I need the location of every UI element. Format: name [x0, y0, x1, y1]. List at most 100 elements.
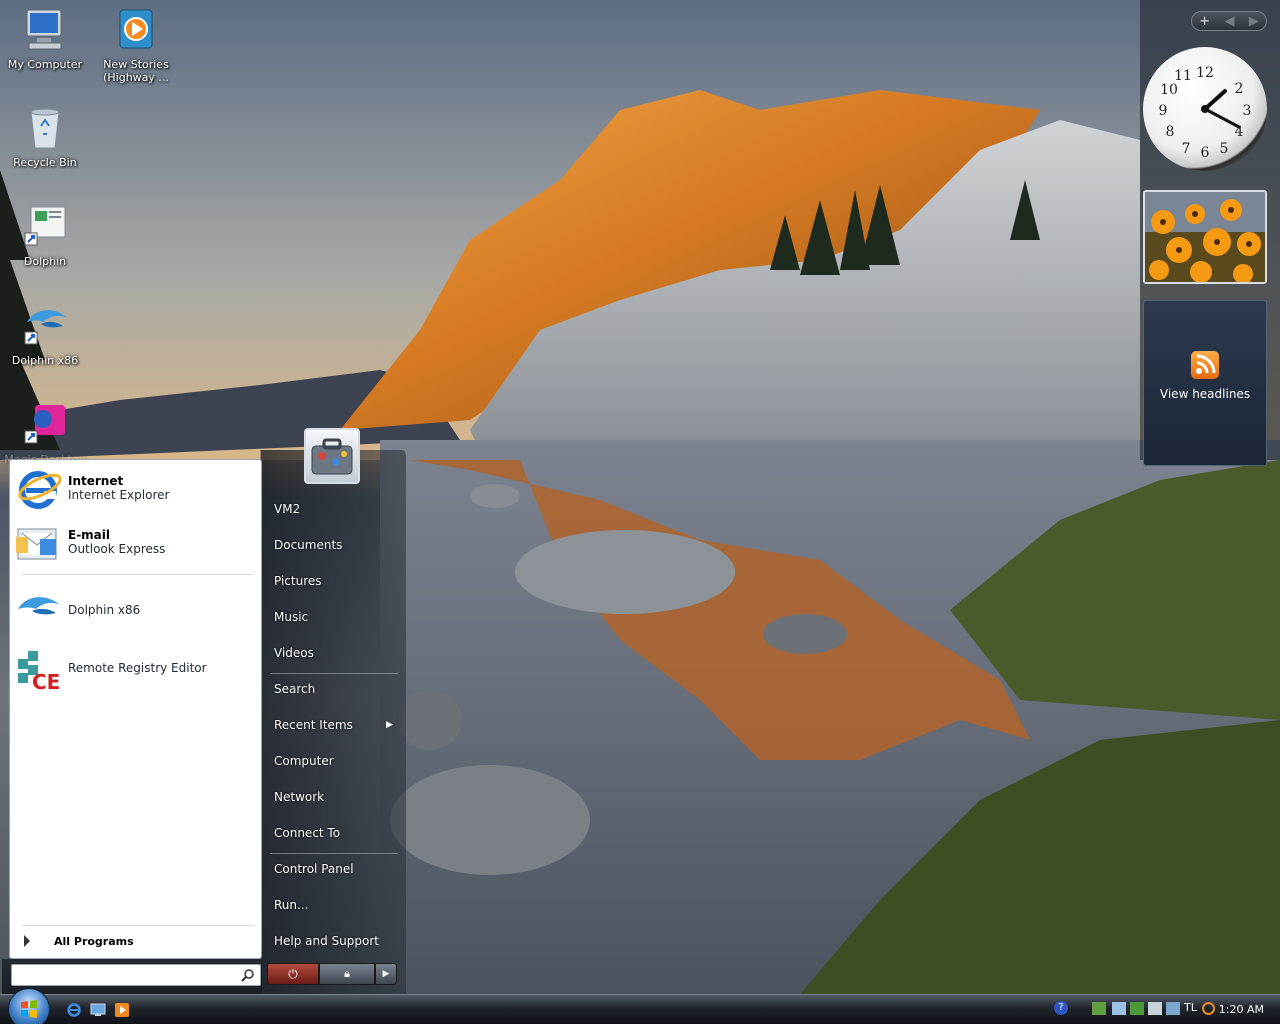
volume-icon[interactable] — [1112, 1002, 1126, 1015]
power-button[interactable]: ⏻ — [267, 963, 319, 985]
remote-registry-editor-icon: CE — [14, 645, 62, 694]
desktop-icon-label: New Stories (Highway ... — [103, 58, 169, 84]
pinned-item-title: E-mail — [68, 528, 111, 542]
desktop-icon-dolphin-x86[interactable]: Dolphin x86 — [3, 302, 87, 367]
chevron-right-icon: ▶ — [386, 720, 393, 730]
desktop-icon-recycle-bin[interactable]: Recycle Bin — [3, 104, 87, 169]
internet-explorer-icon — [14, 465, 62, 511]
start-search-input[interactable] — [16, 966, 236, 984]
shutdown-options-button[interactable]: ▶ — [375, 963, 397, 985]
start-menu: Internet Internet Explorer E-mail Outloo… — [2, 428, 406, 994]
rss-feed-icon — [1191, 351, 1219, 379]
network-icon[interactable] — [1092, 1002, 1106, 1015]
pinned-item-internet[interactable]: Internet Internet Explorer — [14, 464, 258, 512]
svg-text:9: 9 — [1159, 103, 1168, 119]
next-icon[interactable]: ▶ — [1249, 14, 1259, 29]
right-item-control-panel[interactable]: Control Panel — [274, 862, 394, 882]
previous-icon[interactable]: ◀ — [1224, 14, 1234, 29]
pinned-item-subtitle: Outlook Express — [68, 542, 166, 556]
right-separator — [270, 853, 398, 854]
sidebar-toolbar: + ◀ ▶ — [1191, 11, 1267, 31]
feed-headlines-gadget[interactable]: View headlines — [1143, 300, 1267, 466]
pinned-separator — [22, 574, 254, 575]
view-headlines-link[interactable]: View headlines — [1144, 387, 1266, 401]
desktop-icon-label: Dolphin — [23, 255, 67, 268]
svg-text:5: 5 — [1220, 141, 1229, 157]
help-icon[interactable]: ? — [1054, 1001, 1068, 1015]
search-icon[interactable] — [241, 968, 255, 985]
svg-text:6: 6 — [1201, 145, 1210, 161]
chevron-right-icon: ▶ — [382, 969, 390, 979]
pinned-item-title: Internet — [68, 474, 124, 488]
add-gadget-icon[interactable]: + — [1199, 14, 1210, 29]
pinned-item-email[interactable]: E-mail Outlook Express — [14, 518, 258, 566]
language-icon[interactable]: TL — [1184, 1001, 1197, 1014]
right-item-computer[interactable]: Computer — [274, 754, 394, 774]
right-item-documents[interactable]: Documents — [274, 538, 394, 558]
outlook-express-icon — [14, 519, 62, 565]
recent-item-dolphin-x86[interactable]: Dolphin x86 — [14, 586, 258, 634]
power-button-group: ⏻ 🔒︎ ▶ — [267, 963, 397, 987]
all-programs-label: All Programs — [54, 934, 134, 948]
desktop-icon-label: Recycle Bin — [13, 156, 77, 169]
right-separator — [270, 673, 398, 674]
all-programs-separator — [22, 925, 254, 926]
dolphin-shortcut-icon — [21, 203, 69, 251]
right-item-videos[interactable]: Videos — [274, 646, 394, 666]
clock-gadget[interactable]: 12 2 3 4 5 6 7 8 9 10 11 — [1143, 47, 1267, 171]
start-button[interactable] — [8, 988, 50, 1024]
show-desktop-icon — [90, 1003, 106, 1016]
user-picture[interactable] — [304, 428, 360, 484]
right-item-vm2[interactable]: VM2 — [274, 502, 394, 522]
dolphin-icon — [14, 587, 62, 633]
slideshow-gadget[interactable] — [1143, 190, 1267, 284]
magic-desktop-icon — [21, 401, 69, 449]
right-item-network[interactable]: Network — [274, 790, 394, 810]
dolphin-icon — [21, 302, 69, 350]
display-icon[interactable] — [1148, 1002, 1162, 1015]
all-programs-button[interactable]: All Programs — [16, 930, 256, 952]
recent-item-title: Remote Registry Editor — [68, 661, 207, 675]
desktop-icon-new-stories[interactable]: New Stories (Highway ... — [94, 6, 178, 84]
lock-icon: 🔒︎ — [344, 967, 350, 980]
start-search-box[interactable] — [11, 964, 261, 986]
media-player-icon — [112, 6, 160, 54]
quicklaunch-show-desktop[interactable] — [90, 1002, 106, 1018]
right-item-music[interactable]: Music — [274, 610, 394, 630]
search-tray-icon[interactable] — [1202, 1002, 1215, 1015]
recent-item-title: Dolphin x86 — [68, 603, 141, 617]
right-item-connect-to[interactable]: Connect To — [274, 826, 394, 846]
desktop-icon-label: Dolphin x86 — [11, 354, 79, 367]
power-icon: ⏻ — [288, 966, 298, 981]
windows-logo-icon — [21, 1000, 37, 1018]
quicklaunch-media-player[interactable] — [114, 1002, 130, 1018]
desktop-icon-label: My Computer — [7, 58, 83, 71]
right-item-search[interactable]: Search — [274, 682, 394, 702]
desktop-icon-dolphin[interactable]: Dolphin — [3, 203, 87, 268]
internet-explorer-icon — [67, 1003, 81, 1017]
recent-item-remote-registry-editor[interactable]: CE Remote Registry Editor — [14, 644, 258, 694]
svg-text:11: 11 — [1174, 68, 1192, 84]
right-item-help-and-support[interactable]: Help and Support — [274, 934, 394, 954]
svg-text:7: 7 — [1182, 141, 1191, 157]
svg-text:2: 2 — [1235, 81, 1244, 97]
media-player-icon — [115, 1003, 129, 1017]
lock-button[interactable]: 🔒︎ — [319, 963, 375, 985]
clock-face: 12 2 3 4 5 6 7 8 9 10 11 — [1159, 65, 1252, 161]
slideshow-image — [1145, 192, 1265, 282]
start-menu-left-pane: Internet Internet Explorer E-mail Outloo… — [9, 459, 262, 959]
taskbar: ? TL 1:20 AM — [0, 988, 1280, 1024]
right-item-pictures[interactable]: Pictures — [274, 574, 394, 594]
security-icon[interactable] — [1130, 1002, 1144, 1015]
computer-icon — [21, 6, 69, 54]
pinned-item-subtitle: Internet Explorer — [68, 488, 170, 502]
taskbar-clock[interactable]: 1:20 AM — [1219, 1003, 1264, 1016]
devices-icon[interactable] — [1166, 1002, 1180, 1015]
hour-hand — [1203, 89, 1227, 111]
minute-hand — [1203, 107, 1241, 129]
svg-text:3: 3 — [1243, 103, 1252, 119]
quicklaunch-internet-explorer[interactable] — [66, 1002, 82, 1018]
desktop-icon-my-computer[interactable]: My Computer — [3, 6, 87, 71]
right-item-recent-items[interactable]: Recent Items — [274, 718, 394, 738]
right-item-run[interactable]: Run... — [274, 898, 394, 918]
